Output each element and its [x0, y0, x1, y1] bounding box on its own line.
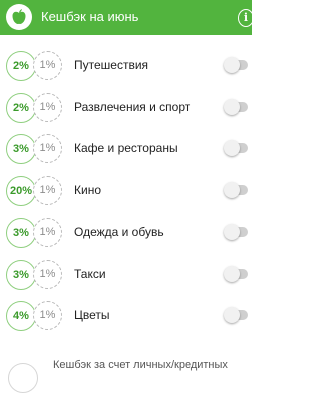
cashback-category-row[interactable]: 3% 1% Одежда и обувь: [0, 211, 252, 253]
cashback-rate-badge: 4%: [6, 301, 36, 331]
cashback-rate-badge: 2%: [6, 93, 36, 123]
apple-icon: [6, 4, 32, 30]
base-rate-badge: 1%: [33, 51, 62, 80]
cashback-category-row[interactable]: 2% 1% Развлечения и спорт: [0, 86, 252, 128]
cashback-rate-badge: 3%: [6, 134, 36, 164]
category-toggle[interactable]: [224, 266, 248, 282]
category-label: Кино: [74, 183, 101, 197]
cashback-category-row[interactable]: 3% 1% Такси: [0, 253, 252, 295]
category-label: Такси: [74, 267, 106, 281]
toggle-thumb: [224, 307, 240, 323]
base-rate-badge: 1%: [33, 93, 62, 122]
cashback-rate-badge: 3%: [6, 218, 36, 248]
toggle-thumb: [224, 224, 240, 240]
category-label: Цветы: [74, 308, 110, 322]
base-rate-badge: 1%: [33, 218, 62, 247]
category-label: Развлечения и спорт: [74, 100, 191, 114]
category-toggle[interactable]: [224, 182, 248, 198]
toggle-thumb: [224, 182, 240, 198]
account-cashback-label: Кешбэк за счет личных/кредитных: [53, 359, 228, 371]
toggle-thumb: [224, 57, 240, 73]
account-cashback-icon: [8, 363, 38, 393]
cashback-category-row[interactable]: 2% 1% Путешествия: [0, 44, 252, 86]
cashback-category-row[interactable]: 20% 1% Кино: [0, 169, 252, 211]
category-toggle[interactable]: [224, 307, 248, 323]
app-header: Кешбэк на июнь i: [0, 0, 254, 35]
cashback-rate-badge: 20%: [6, 176, 36, 206]
toggle-thumb: [224, 140, 240, 156]
page-title: Кешбэк на июнь: [41, 9, 139, 24]
cashback-category-row[interactable]: 4% 1% Цветы: [0, 294, 252, 336]
info-icon[interactable]: i: [238, 9, 254, 27]
category-toggle[interactable]: [224, 224, 248, 240]
category-toggle[interactable]: [224, 99, 248, 115]
toggle-thumb: [224, 266, 240, 282]
base-rate-badge: 1%: [33, 134, 62, 163]
category-label: Путешествия: [74, 58, 149, 72]
toggle-thumb: [224, 99, 240, 115]
cashback-category-row[interactable]: 3% 1% Кафе и рестораны: [0, 127, 252, 169]
base-rate-badge: 1%: [33, 301, 62, 330]
cashback-rate-badge: 2%: [6, 51, 36, 81]
category-label: Кафе и рестораны: [74, 141, 178, 155]
category-toggle[interactable]: [224, 140, 248, 156]
cashback-rate-badge: 3%: [6, 260, 36, 290]
category-label: Одежда и обувь: [74, 225, 164, 239]
base-rate-badge: 1%: [33, 260, 62, 289]
category-toggle[interactable]: [224, 57, 248, 73]
base-rate-badge: 1%: [33, 176, 62, 205]
